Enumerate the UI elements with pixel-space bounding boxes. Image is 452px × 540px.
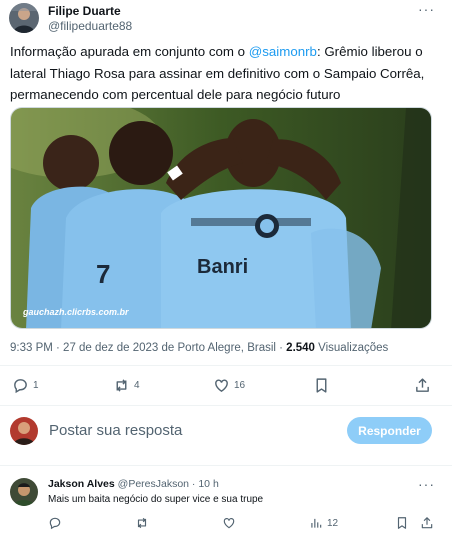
retweet-icon bbox=[137, 517, 147, 529]
svg-text:Banri: Banri bbox=[197, 256, 248, 278]
mention-link[interactable]: @saimonrb bbox=[249, 44, 317, 59]
reply-retweet-action[interactable] bbox=[135, 516, 153, 530]
reply-views-count: 12 bbox=[327, 517, 339, 529]
reply-text: Mais um baita negócio do super vice e su… bbox=[48, 494, 264, 505]
analytics-icon bbox=[311, 518, 322, 528]
reply-icon bbox=[14, 379, 27, 394]
like-count: 16 bbox=[234, 380, 246, 391]
retweet-action[interactable]: 4 bbox=[113, 377, 140, 394]
retweet-icon bbox=[116, 379, 127, 392]
heart-icon bbox=[215, 379, 228, 393]
reply-button[interactable]: Responder bbox=[347, 417, 432, 444]
current-user-avatar[interactable] bbox=[10, 417, 38, 445]
tweet-text-start: Informação apurada em conjunto com o bbox=[10, 44, 249, 59]
reply-bookmark-action[interactable] bbox=[395, 516, 409, 530]
more-options-icon[interactable]: ··· bbox=[418, 1, 435, 17]
reply-author: Jakson Alves @PeresJakson · 10 h bbox=[48, 478, 219, 490]
author-handle[interactable]: @filipeduarte88 bbox=[48, 19, 132, 33]
svg-text:7: 7 bbox=[96, 259, 110, 289]
bookmark-icon bbox=[397, 517, 407, 529]
divider bbox=[0, 405, 452, 406]
bookmark-icon bbox=[316, 378, 327, 393]
reply-views-action[interactable]: 12 bbox=[309, 516, 338, 530]
tweet-image[interactable]: 7 Banri gauchazh.clicrbs.com.br bbox=[10, 107, 432, 329]
share-icon bbox=[421, 517, 433, 529]
reply-icon bbox=[49, 517, 61, 530]
reply-author-avatar[interactable] bbox=[10, 478, 38, 506]
tweet-meta: 9:33 PM · 27 de dez de 2023 de Porto Ale… bbox=[10, 342, 388, 354]
reply-action[interactable]: 1 bbox=[12, 377, 39, 394]
share-action[interactable] bbox=[414, 377, 431, 394]
reply-like-action[interactable] bbox=[222, 516, 240, 530]
reply-share-action[interactable] bbox=[420, 516, 434, 530]
author-avatar[interactable] bbox=[9, 3, 39, 33]
reply-input[interactable]: Postar sua resposta bbox=[49, 422, 182, 439]
reply-reply-action[interactable] bbox=[48, 516, 66, 530]
reply-more-options-icon[interactable]: ··· bbox=[418, 476, 435, 492]
reply-author-name[interactable]: Jakson Alves bbox=[48, 478, 115, 490]
divider bbox=[0, 465, 452, 466]
share-icon bbox=[416, 378, 429, 392]
reply-author-meta[interactable]: @PeresJakson · 10 h bbox=[118, 478, 219, 490]
author-name[interactable]: Filipe Duarte bbox=[48, 4, 121, 18]
tweet-text: Informação apurada em conjunto com o @sa… bbox=[10, 41, 442, 106]
views-count: 2.540 bbox=[286, 342, 315, 354]
image-watermark: gauchazh.clicrbs.com.br bbox=[23, 307, 129, 317]
retweet-count: 4 bbox=[134, 380, 140, 391]
like-action[interactable]: 16 bbox=[213, 377, 245, 394]
bookmark-action[interactable] bbox=[313, 377, 330, 394]
heart-icon bbox=[223, 518, 235, 529]
divider bbox=[0, 365, 452, 366]
tweet-timestamp[interactable]: 9:33 PM · 27 de dez de 2023 de Porto Ale… bbox=[10, 342, 286, 354]
reply-count: 1 bbox=[33, 380, 39, 391]
views-label: Visualizações bbox=[314, 342, 389, 354]
